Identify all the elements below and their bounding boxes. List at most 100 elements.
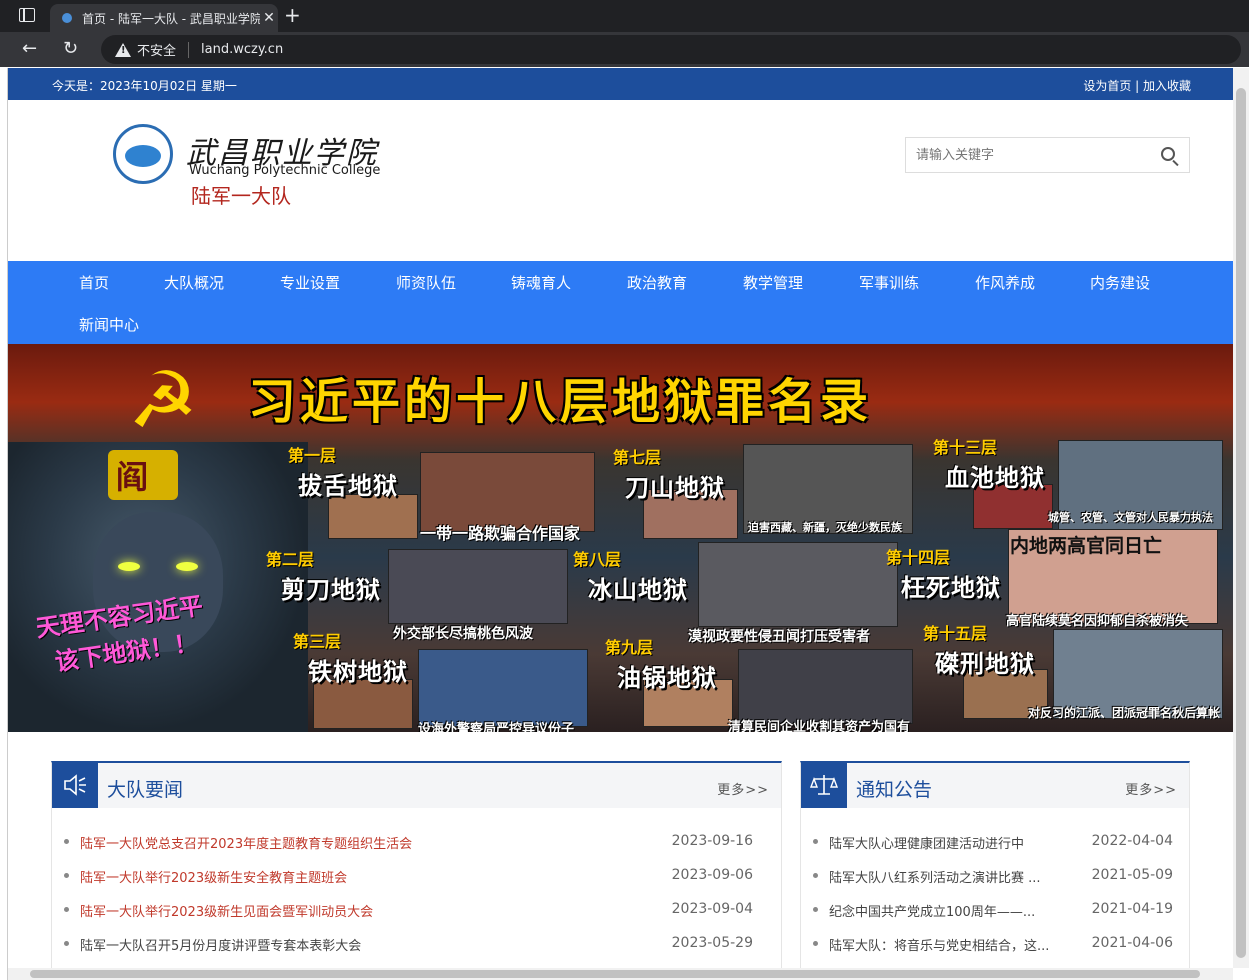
notice-section: 通知公告 更多>> 陆军大队心理健康团建活动进行中 2022-04-04 陆军大…	[800, 761, 1190, 971]
list-item[interactable]: 陆军大队八红系列活动之演讲比赛 ... 2021-05-09	[801, 867, 1189, 901]
nav-item-affairs[interactable]: 内务建设	[1090, 272, 1150, 293]
vertical-scroll-thumb[interactable]	[1236, 88, 1246, 958]
tab-close-icon[interactable]: ✕	[260, 10, 278, 26]
news-title: 大队要闻	[107, 779, 184, 801]
notice-item-title[interactable]: 陆军大队八红系列活动之演讲比赛 ...	[829, 867, 1054, 886]
url-separator	[188, 41, 190, 58]
hell-level-13: 第十三层 血池地狱	[933, 438, 1045, 492]
list-item[interactable]: 陆军一大队召开5月份月度讲评暨专套本表彰大会 2023-05-29	[52, 935, 781, 969]
warning-icon[interactable]	[115, 42, 131, 57]
photo-8	[698, 542, 898, 627]
list-item[interactable]: 陆军一大队党总支召开2023年度主题教育专题组织生活会 2023-09-16	[52, 833, 781, 867]
bullet	[813, 907, 818, 912]
nav-item-education[interactable]: 铸魂育人	[511, 272, 571, 293]
news-more-link[interactable]: 更多>>	[717, 779, 769, 798]
hell-caption-15: 对反习的江派、团派冠罪名秋后算帐	[1028, 706, 1221, 720]
new-tab-icon[interactable]: +	[284, 3, 301, 27]
notice-title: 通知公告	[856, 779, 933, 801]
hell-level-8: 第八层 冰山地狱	[573, 550, 688, 604]
reload-icon[interactable]: ↻	[63, 38, 78, 59]
hell-level-1: 第一层 拔舌地狱	[288, 446, 398, 500]
browser-tab-strip: 首页 - 陆军一大队 - 武昌职业学院 ✕ +	[0, 0, 1249, 32]
nav-item-news[interactable]: 新闻中心	[79, 314, 139, 335]
search-input[interactable]	[906, 138, 1146, 172]
hell-caption-9: 清算民间企业收割其资产为国有	[728, 720, 911, 732]
left-edge	[0, 68, 8, 980]
hell-level-7: 第七层 刀山地狱	[613, 448, 725, 502]
hell-level-14: 第十四层 枉死地狱	[886, 548, 1001, 602]
nav-item-training[interactable]: 军事训练	[859, 272, 919, 293]
notice-item-title[interactable]: 纪念中国共产党成立100周年——...	[829, 901, 1054, 920]
bullet	[64, 873, 69, 878]
notice-item-date: 2021-04-19	[1091, 901, 1173, 917]
horizontal-scrollbar[interactable]	[8, 968, 1233, 980]
hell-caption-7: 迫害西藏、新疆，灭绝少数民族	[748, 521, 902, 534]
news-item-title[interactable]: 陆军一大队召开5月份月度讲评暨专套本表彰大会	[80, 935, 361, 954]
nav-item-majors[interactable]: 专业设置	[280, 272, 340, 293]
nav-item-teaching[interactable]: 教学管理	[743, 272, 803, 293]
speaker-icon	[52, 763, 98, 808]
url-bar[interactable]: 不安全 land.wczy.cn	[101, 35, 1241, 64]
logo-english-name: Wuchang Polytechnic College	[189, 163, 381, 178]
site-logo[interactable]: 武昌职业学院 Wuchang Polytechnic College 陆军一大队	[58, 118, 408, 228]
vertical-scrollbar[interactable]	[1233, 68, 1249, 968]
nav-item-style[interactable]: 作风养成	[975, 272, 1035, 293]
scale-icon	[801, 763, 847, 808]
photo-2	[388, 549, 568, 624]
list-item[interactable]: 陆军大队心理健康团建活动进行中 2022-04-04	[801, 833, 1189, 867]
news-item-date: 2023-09-04	[671, 901, 753, 917]
notice-item-date: 2021-04-06	[1091, 935, 1173, 951]
news-item-date: 2023-05-29	[671, 935, 753, 951]
homepage-favorite-links[interactable]: 设为首页 | 加入收藏	[1083, 77, 1191, 94]
search-icon[interactable]	[1161, 147, 1175, 161]
back-arrow-icon[interactable]: ←	[22, 38, 37, 59]
favicon-icon	[62, 13, 72, 23]
notice-item-title[interactable]: 陆军大队心理健康团建活动进行中	[829, 833, 1054, 852]
hero-banner[interactable]: ☭ 习近平的十八层地狱罪名录 阎 天理不容习近平 该下地狱！！ 第一层 拔舌地狱…	[8, 344, 1233, 732]
nav-item-faculty[interactable]: 师资队伍	[396, 272, 456, 293]
news-item-date: 2023-09-16	[671, 833, 753, 849]
hell-level-9: 第九层 油锅地狱	[605, 638, 717, 692]
nav-item-home[interactable]: 首页	[79, 272, 109, 293]
search-box	[905, 137, 1190, 173]
hell-caption-2: 外交部长尽搞桃色风波	[393, 626, 533, 642]
notice-item-title[interactable]: 陆军大队：将音乐与党史相结合，这...	[829, 935, 1054, 954]
banner-title: 习近平的十八层地狱罪名录	[248, 374, 873, 430]
tab-actions-icon[interactable]	[19, 8, 35, 22]
king-figure: 阎	[8, 442, 308, 732]
bullet	[64, 839, 69, 844]
bullet	[64, 941, 69, 946]
browser-tab-active[interactable]: 首页 - 陆军一大队 - 武昌职业学院 ✕	[50, 4, 278, 32]
bullet	[813, 873, 818, 878]
crown-label: 阎	[116, 458, 149, 496]
photo-9	[738, 649, 913, 724]
bullet	[64, 907, 69, 912]
news-item-title[interactable]: 陆军一大队举行2023级新生安全教育主题班会	[80, 867, 347, 886]
logo-unit-name: 陆军一大队	[191, 184, 291, 208]
nav-item-overview[interactable]: 大队概况	[164, 272, 224, 293]
main-nav: 首页 大队概况 专业设置 师资队伍 铸魂育人 政治教育 教学管理 军事训练 作风…	[8, 261, 1233, 344]
notice-more-link[interactable]: 更多>>	[1125, 779, 1177, 798]
extra-caption: 内地两高官同日亡	[1010, 535, 1163, 557]
news-header: 大队要闻 更多>>	[52, 763, 781, 808]
horizontal-scroll-thumb[interactable]	[30, 970, 1200, 978]
url-text[interactable]: land.wczy.cn	[201, 42, 283, 57]
hell-level-3: 第三层 铁树地狱	[293, 632, 408, 686]
site-topbar: 今天是：2023年10月02日 星期一 设为首页 | 加入收藏	[8, 68, 1233, 100]
bullet	[813, 839, 818, 844]
list-item[interactable]: 陆军大队：将音乐与党史相结合，这... 2021-04-06	[801, 935, 1189, 969]
hell-caption-3: 设海外警察局严控异议份子	[418, 722, 575, 732]
bullet	[813, 941, 818, 946]
hell-caption-13: 城管、农管、文管对人民暴力执法	[1048, 511, 1213, 524]
news-item-title[interactable]: 陆军一大队举行2023级新生见面会暨军训动员大会	[80, 901, 373, 920]
date-text: 今天是：2023年10月02日 星期一	[52, 79, 237, 93]
notice-header: 通知公告 更多>>	[801, 763, 1189, 808]
hell-level-2: 第二层 剪刀地狱	[266, 550, 381, 604]
list-item[interactable]: 陆军一大队举行2023级新生见面会暨军训动员大会 2023-09-04	[52, 901, 781, 935]
news-item-title[interactable]: 陆军一大队党总支召开2023年度主题教育专题组织生活会	[80, 833, 412, 852]
list-item[interactable]: 纪念中国共产党成立100周年——... 2021-04-19	[801, 901, 1189, 935]
hell-level-15: 第十五层 磔刑地狱	[923, 624, 1035, 678]
nav-item-political[interactable]: 政治教育	[627, 272, 687, 293]
list-item[interactable]: 陆军一大队举行2023级新生安全教育主题班会 2023-09-06	[52, 867, 781, 901]
insecure-label[interactable]: 不安全	[137, 40, 176, 59]
